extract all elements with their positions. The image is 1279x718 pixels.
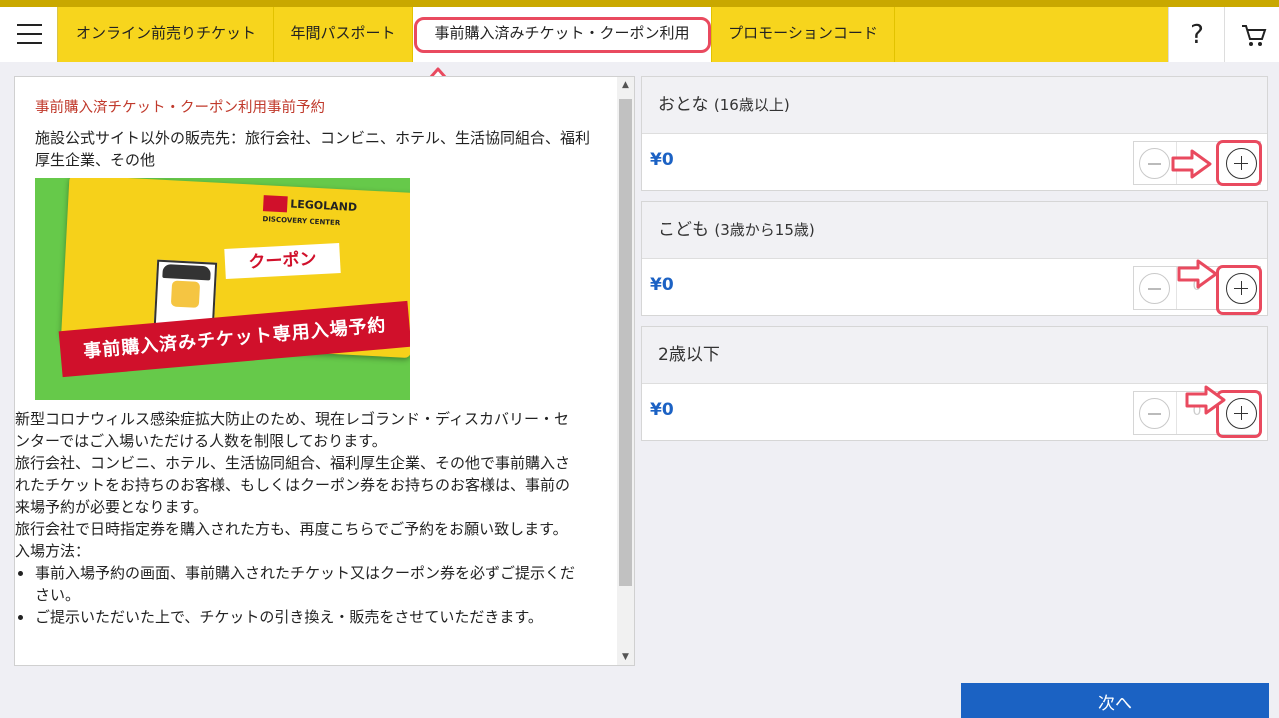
minus-icon[interactable]	[1139, 398, 1170, 429]
entry-method-list: 事前入場予約の画面、事前購入されたチケット又はクーポン券を必ずご提示ください。 …	[15, 562, 575, 628]
info-panel: 事前購入済チケット・クーポン利用事前予約 施設公式サイト以外の販売先：旅行会社、…	[14, 76, 635, 666]
help-label: ?	[1190, 20, 1204, 50]
next-button[interactable]: 次へ	[961, 683, 1269, 718]
plus-highlight	[1216, 140, 1262, 186]
tab-promo-code[interactable]: プロモーションコード	[712, 7, 895, 62]
help-icon[interactable]: ?	[1168, 7, 1224, 62]
coupon-label: クーポン	[224, 243, 341, 279]
sellers-text: 施設公式サイト以外の販売先：旅行会社、コンビニ、ホテル、生活協同組合、福利厚生企…	[35, 129, 591, 169]
ticket-type-header: こども (3歳から15歳)	[642, 202, 1267, 259]
info-paragraph: 新型コロナウィルス感染症拡大防止のため、現在レゴランド・ディスカバリー・センター…	[15, 410, 569, 450]
ticket-type-name: 2歳以下	[658, 345, 720, 365]
ticket-type-name: おとな	[658, 95, 709, 115]
tab-online-presale[interactable]: オンライン前売りチケット	[59, 7, 274, 62]
tab-annual-pass[interactable]: 年間パスポート	[274, 7, 413, 62]
info-title: 事前購入済チケット・クーポン利用事前予約	[35, 100, 325, 116]
ticket-price: ¥0	[650, 275, 674, 295]
top-nav: オンライン前売りチケット 年間パスポート 事前購入済みチケット・クーポン利用 プ…	[0, 0, 1279, 62]
ticket-price: ¥0	[650, 400, 674, 420]
logo-sub: DISCOVERY CENTER	[262, 215, 341, 228]
top-stripe	[0, 0, 1279, 7]
logo-text: LEGOLAND	[289, 197, 358, 215]
minus-icon[interactable]	[1139, 273, 1170, 304]
info-scrollbar[interactable]: ▲ ▼	[617, 77, 634, 665]
ticket-type-header: おとな (16歳以上)	[642, 77, 1267, 134]
ticket-card-infant: 2歳以下 ¥0 0	[641, 326, 1268, 441]
hamburger-menu-icon[interactable]	[0, 7, 58, 62]
annotation-right-arrow-icon	[1185, 385, 1226, 415]
scroll-down-icon[interactable]: ▼	[617, 652, 634, 662]
info-paragraph: 入場方法：	[15, 542, 91, 560]
info-paragraph: 旅行会社で日時指定券を購入された方も、再度こちらでご予約をお願い致します。	[15, 520, 568, 538]
info-paragraph: 旅行会社、コンビニ、ホテル、生活協同組合、福利厚生企業、その他で事前購入されたチ…	[15, 454, 571, 516]
list-item: 事前入場予約の画面、事前購入されたチケット又はクーポン券を必ずご提示ください。	[15, 562, 575, 606]
list-item: ご提示いただいた上で、チケットの引き換え・販売をさせていただきます。	[15, 606, 575, 628]
ticket-type-note: (3歳から15歳)	[714, 221, 815, 239]
plus-highlight	[1216, 265, 1262, 315]
info-body: 新型コロナウィルス感染症拡大防止のため、現在レゴランド・ディスカバリー・センター…	[15, 408, 575, 628]
cart-icon[interactable]	[1224, 7, 1279, 62]
coupon-image: LEGOLAND DISCOVERY CENTER クーポン 事前購入済みチケット…	[35, 178, 410, 400]
minus-icon[interactable]	[1139, 148, 1170, 179]
annotation-right-arrow-icon	[1171, 149, 1212, 179]
legoland-logo: LEGOLAND DISCOVERY CENTER	[262, 195, 357, 231]
ticket-type-note: (16歳以上)	[713, 96, 790, 114]
ticket-price: ¥0	[650, 150, 674, 170]
ticket-type-name: こども	[658, 220, 709, 240]
scroll-up-icon[interactable]: ▲	[617, 80, 634, 90]
ticket-card-child: こども (3歳から15歳) ¥0 0	[641, 201, 1268, 316]
scrollbar-thumb[interactable]	[619, 99, 632, 586]
active-tab-highlight	[414, 17, 711, 53]
ticket-type-header: 2歳以下	[642, 327, 1267, 384]
annotation-right-arrow-icon	[1177, 259, 1218, 289]
